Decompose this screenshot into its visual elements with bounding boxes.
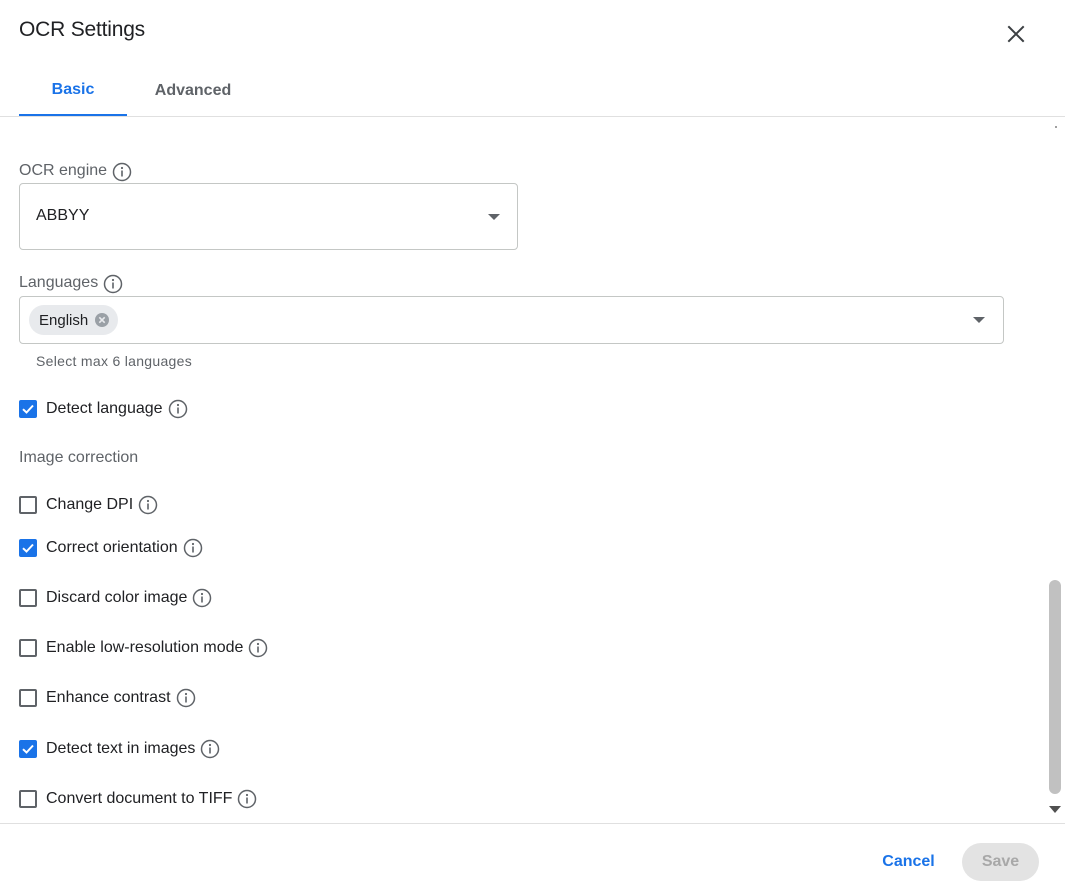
scroll-down-arrow[interactable] <box>1049 806 1061 813</box>
tab-bar: Basic Advanced <box>19 66 259 117</box>
tabs-divider <box>0 116 1065 117</box>
convert-to-tiff-checkbox[interactable] <box>19 790 37 808</box>
change-dpi-checkbox[interactable] <box>19 496 37 514</box>
info-icon[interactable] <box>138 495 158 515</box>
ocr-engine-select[interactable]: ABBYY <box>19 183 518 250</box>
languages-hint: Select max 6 languages <box>36 353 193 369</box>
detect-language-row: Detect language <box>19 399 188 419</box>
detect-text-in-images-label: Detect text in images <box>46 740 196 757</box>
detect-language-label: Detect language <box>46 400 163 417</box>
ocr-engine-value: ABBYY <box>36 207 90 224</box>
close-icon <box>1006 24 1026 44</box>
enhance-contrast-row: Enhance contrast <box>19 688 196 708</box>
info-icon[interactable] <box>168 399 188 419</box>
footer-divider <box>0 823 1065 824</box>
info-icon[interactable] <box>103 274 123 294</box>
correct-orientation-row: Correct orientation <box>19 538 203 558</box>
convert-to-tiff-row: Convert document to TIFF <box>19 789 257 809</box>
cancel-button[interactable]: Cancel <box>866 843 951 881</box>
enhance-contrast-checkbox[interactable] <box>19 689 37 707</box>
correct-orientation-checkbox[interactable] <box>19 539 37 557</box>
checkmark-icon <box>22 744 34 754</box>
close-button[interactable] <box>1002 20 1030 48</box>
language-chip: English <box>29 305 119 335</box>
info-icon[interactable] <box>200 739 220 759</box>
language-chip-label: English <box>39 311 89 329</box>
info-icon[interactable] <box>237 789 257 809</box>
languages-select[interactable]: English <box>19 296 1004 344</box>
discard-color-image-row: Discard color image <box>19 588 212 608</box>
low-resolution-mode-row: Enable low-resolution mode <box>19 638 268 658</box>
scrollbar-thumb[interactable] <box>1049 580 1061 794</box>
low-resolution-mode-label: Enable low-resolution mode <box>46 639 244 656</box>
correct-orientation-label: Correct orientation <box>46 539 178 556</box>
convert-to-tiff-label: Convert document to TIFF <box>46 790 233 807</box>
change-dpi-label: Change DPI <box>46 496 134 513</box>
checkmark-icon <box>22 543 34 553</box>
change-dpi-row: Change DPI <box>19 495 158 515</box>
save-button[interactable]: Save <box>962 843 1039 881</box>
ocr-engine-label: OCR engine <box>19 161 108 179</box>
remove-chip-icon[interactable] <box>94 312 110 328</box>
image-correction-heading: Image correction <box>19 449 139 466</box>
info-icon[interactable] <box>192 588 212 608</box>
low-resolution-mode-checkbox[interactable] <box>19 639 37 657</box>
detect-text-in-images-row: Detect text in images <box>19 739 220 759</box>
chevron-down-icon <box>488 214 500 220</box>
dialog-title: OCR Settings <box>19 18 145 41</box>
info-icon[interactable] <box>176 688 196 708</box>
discard-color-image-label: Discard color image <box>46 589 188 606</box>
languages-label-row: Languages <box>19 271 123 294</box>
languages-label: Languages <box>19 273 99 291</box>
scroll-up-arrow[interactable] <box>1055 126 1057 128</box>
enhance-contrast-label: Enhance contrast <box>46 689 171 706</box>
discard-color-image-checkbox[interactable] <box>19 589 37 607</box>
info-icon[interactable] <box>112 162 132 182</box>
ocr-engine-label-row: OCR engine <box>19 159 132 182</box>
info-icon[interactable] <box>183 538 203 558</box>
info-icon[interactable] <box>248 638 268 658</box>
checkmark-icon <box>22 404 34 414</box>
detect-language-checkbox[interactable] <box>19 400 37 418</box>
chevron-down-icon <box>973 317 985 323</box>
detect-text-in-images-checkbox[interactable] <box>19 740 37 758</box>
tab-advanced[interactable]: Advanced <box>127 66 259 116</box>
tab-basic[interactable]: Basic <box>19 66 127 116</box>
